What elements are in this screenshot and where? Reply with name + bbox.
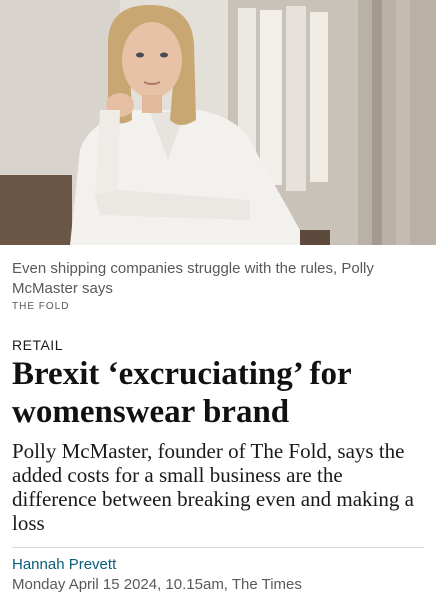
section-label[interactable]: RETAIL xyxy=(0,312,436,353)
author-link[interactable]: Hannah Prevett xyxy=(0,548,436,574)
image-caption: Even shipping companies struggle with th… xyxy=(12,260,374,297)
article-standfirst: Polly McMaster, founder of The Fold, say… xyxy=(12,439,414,535)
image-credit: THE FOLD xyxy=(12,301,70,312)
article-hero-image[interactable] xyxy=(0,0,436,245)
article-dateline: Monday April 15 2024, 10.15am, The Times xyxy=(12,576,302,593)
article-headline: Brexit ‘excruciating’ for womenswear bra… xyxy=(12,356,352,430)
portrait-photo xyxy=(0,0,436,245)
